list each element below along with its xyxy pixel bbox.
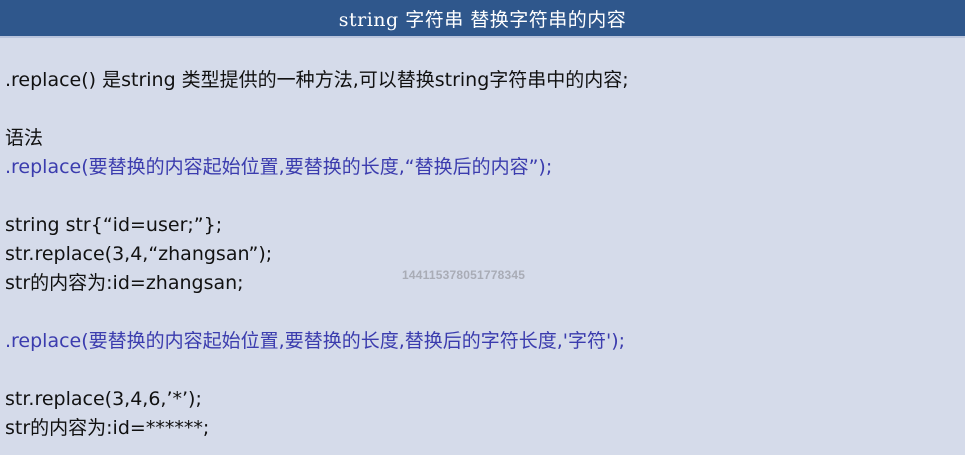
example-1-call: str.replace(3,4,“zhangsan”); xyxy=(5,243,273,265)
example-2-result: str的内容为:id=******; xyxy=(5,417,210,439)
slide-title: string 字符串 替换字符串的内容 xyxy=(338,8,627,31)
slide: string 字符串 替换字符串的内容 .replace() 是string 类… xyxy=(0,0,965,455)
syntax-line-2: .replace(要替换的内容起始位置,要替换的长度,替换后的字符长度,'字符'… xyxy=(5,330,626,352)
syntax-label: 语法 xyxy=(5,127,44,149)
title-divider xyxy=(0,36,965,38)
slide-content: .replace() 是string 类型提供的一种方法,可以替换string字… xyxy=(5,66,955,443)
watermark-id: 144115378051778345 xyxy=(402,268,526,282)
intro-text: .replace() 是string 类型提供的一种方法,可以替换string字… xyxy=(5,69,629,91)
slide-title-bar: string 字符串 替换字符串的内容 xyxy=(0,0,965,36)
example-1-declaration: string str{“id=user;”}; xyxy=(5,214,223,236)
syntax-line-1: .replace(要替换的内容起始位置,要替换的长度,“替换后的内容”); xyxy=(5,156,553,178)
example-2-call: str.replace(3,4,6,’*’); xyxy=(5,388,202,410)
